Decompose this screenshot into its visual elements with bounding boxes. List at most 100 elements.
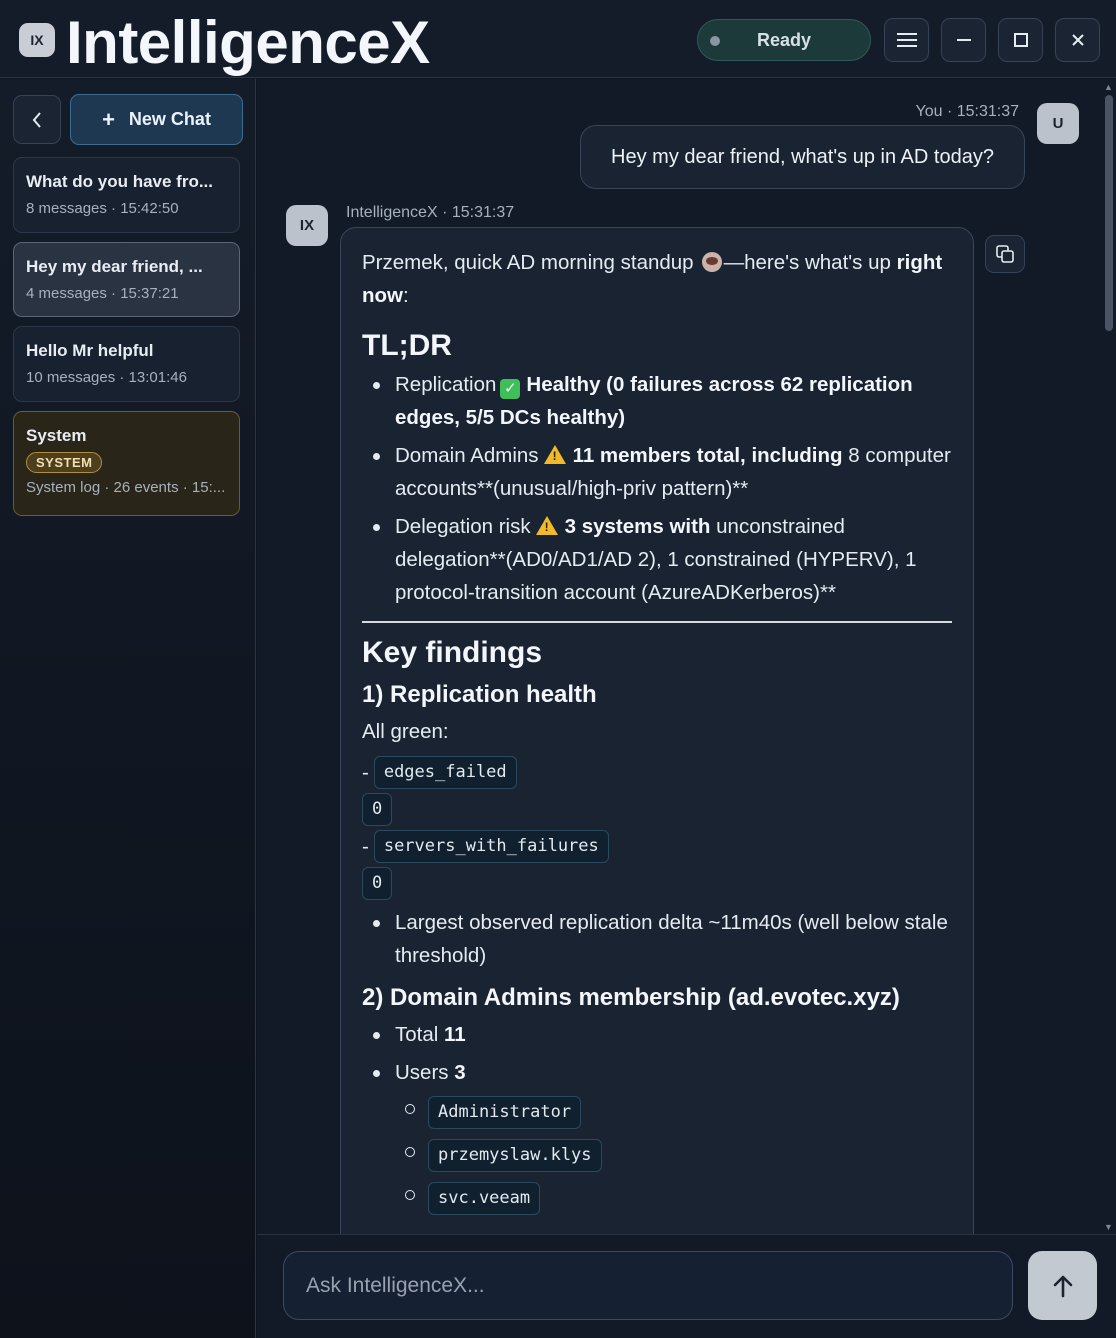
domain-admins-list: Total 11 Users 3: [362, 1018, 952, 1089]
domain-admins-heading: 2) Domain Admins membership (ad.evotec.x…: [362, 984, 900, 1011]
tldr-bold: 3 systems with: [564, 515, 711, 538]
warning-icon: !: [535, 516, 558, 535]
conversation-meta: 8 messages · 15:42:50: [26, 200, 179, 217]
minimize-icon: [956, 39, 971, 41]
copy-icon: [996, 245, 1014, 263]
user-message-bubble: Hey my dear friend, what's up in AD toda…: [580, 125, 1025, 189]
message-input[interactable]: Ask IntelligenceX...: [283, 1251, 1013, 1320]
collapse-sidebar-button[interactable]: [13, 95, 61, 144]
coffee-icon: [701, 252, 722, 272]
close-icon: [1071, 34, 1084, 46]
list-item: Administrator: [395, 1094, 952, 1137]
list-item: Replication ✓ Healthy (0 failures across 6…: [362, 368, 952, 434]
copy-button[interactable]: [985, 235, 1025, 273]
dash: -: [362, 761, 369, 784]
inline-code: Administrator: [428, 1096, 582, 1129]
list-item: Total 11: [362, 1018, 952, 1051]
inline-code: 0: [362, 867, 393, 900]
conversation-title: What do you have fro...: [26, 172, 214, 191]
tldr-label: Delegation risk: [395, 515, 531, 538]
app-logo: IX: [19, 23, 55, 57]
intro-paragraph: Przemek, quick AD morning standup —here's…: [362, 246, 952, 312]
inline-code: 0: [362, 793, 393, 826]
code-row: - servers_with_failures: [362, 828, 952, 865]
scroll-down-icon[interactable]: ▼: [1104, 1222, 1113, 1232]
menu-button[interactable]: [884, 18, 929, 62]
tldr-label: Domain Admins: [395, 444, 539, 467]
hamburger-icon: [896, 33, 917, 47]
inline-code: przemyslaw.klys: [428, 1139, 602, 1172]
assistant-message-bubble: Przemek, quick AD morning standup —here's…: [340, 227, 974, 1234]
inline-code: edges_failed: [373, 756, 517, 789]
conversation-meta: 10 messages · 13:01:46: [26, 369, 187, 386]
status-text: Ready: [756, 29, 812, 50]
dash: -: [362, 835, 369, 858]
status-pill: Ready: [697, 19, 871, 61]
replication-intro: All green:: [362, 720, 449, 743]
intro-text-2: —here's what's up: [723, 251, 891, 274]
list-item: Users 3: [362, 1056, 952, 1089]
list-item: Domain Admins! 11 members total, includin…: [362, 439, 952, 505]
check-icon: ✓: [500, 378, 521, 399]
assistant-message-meta: IntelligenceX · 15:31:37: [346, 204, 515, 221]
conversation-title: Hey my dear friend, ...: [26, 257, 203, 276]
users-sublist: Administrator przemyslaw.klys svc.veeam: [395, 1094, 952, 1223]
code-row: 0: [362, 865, 952, 902]
new-chat-label: New Chat: [128, 109, 211, 129]
replication-list: Largest observed replication delta ~11m4…: [362, 906, 952, 972]
conversation-item-active[interactable]: Hey my dear friend, ... 4 messages · 15:…: [13, 242, 240, 317]
tldr-label: Replication: [395, 373, 497, 396]
plus-icon: +: [102, 106, 115, 132]
composer: Ask IntelligenceX...: [257, 1234, 1116, 1338]
list-item: Delegation risk! 3 systems with unconstra…: [362, 510, 952, 609]
conversation-item[interactable]: What do you have fro... 8 messages · 15:…: [13, 157, 240, 233]
intro-end: :: [403, 284, 409, 307]
tldr-heading: TL;DR: [362, 329, 452, 362]
user-message-meta: You · 15:31:37: [915, 103, 1020, 120]
app-title: IntelligenceX: [66, 9, 430, 76]
send-button[interactable]: [1028, 1251, 1097, 1320]
conversation-meta: System log · 26 events · 15:...: [26, 479, 226, 496]
users-label: Users: [395, 1061, 449, 1084]
inline-code: servers_with_failures: [373, 830, 609, 863]
list-item: svc.veeam: [395, 1180, 952, 1223]
title-bar: IX IntelligenceX Ready: [0, 0, 1116, 78]
code-row: 0: [362, 791, 952, 828]
total-label: Total: [395, 1023, 439, 1046]
conversation-title: Hello Mr helpful: [26, 341, 154, 360]
maximize-icon: [1013, 33, 1028, 47]
code-row: - edges_failed: [362, 754, 952, 791]
assistant-avatar: IX: [286, 205, 328, 246]
conversation-item[interactable]: Hello Mr helpful 10 messages · 13:01:46: [13, 326, 240, 402]
new-chat-button[interactable]: + New Chat: [70, 94, 243, 145]
conversation-meta: 4 messages · 15:37:21: [26, 285, 179, 302]
message-input-placeholder: Ask IntelligenceX...: [306, 1273, 485, 1297]
user-avatar: U: [1037, 103, 1079, 144]
intro-text: Przemek, quick AD morning standup: [362, 251, 694, 274]
conversation-item-system[interactable]: System SYSTEM System log · 26 events · 1…: [13, 411, 240, 516]
scroll-thumb[interactable]: [1105, 95, 1113, 331]
tldr-bold: 11 members total, including: [572, 444, 843, 467]
close-button[interactable]: [1055, 18, 1100, 62]
users-value: 3: [454, 1061, 466, 1084]
user-message-text: Hey my dear friend, what's up in AD toda…: [611, 145, 994, 168]
list-item: przemyslaw.klys: [395, 1137, 952, 1180]
scroll-up-icon[interactable]: ▲: [1104, 82, 1113, 92]
list-item: Largest observed replication delta ~11m4…: [362, 906, 952, 972]
tldr-list: Replication ✓ Healthy (0 failures across 6…: [362, 368, 952, 609]
total-value: 11: [444, 1023, 466, 1046]
warning-icon: !: [543, 445, 566, 464]
minimize-button[interactable]: [941, 18, 986, 62]
arrow-up-icon: [1053, 1275, 1072, 1297]
chat-scrollbar[interactable]: ▲ ▼: [1102, 79, 1116, 1234]
conversation-title: System: [26, 426, 87, 445]
replication-heading: 1) Replication health: [362, 681, 597, 708]
chat-transcript[interactable]: You · 15:31:37 U Hey my dear friend, wha…: [257, 79, 1116, 1234]
sidebar: + New Chat What do you have fro... 8 mes…: [0, 79, 256, 1338]
chevron-left-icon: [32, 111, 41, 128]
system-badge: SYSTEM: [26, 452, 103, 473]
divider: [362, 621, 952, 623]
inline-code: svc.veeam: [428, 1182, 541, 1215]
maximize-button[interactable]: [998, 18, 1043, 62]
key-findings-heading: Key findings: [362, 636, 543, 669]
